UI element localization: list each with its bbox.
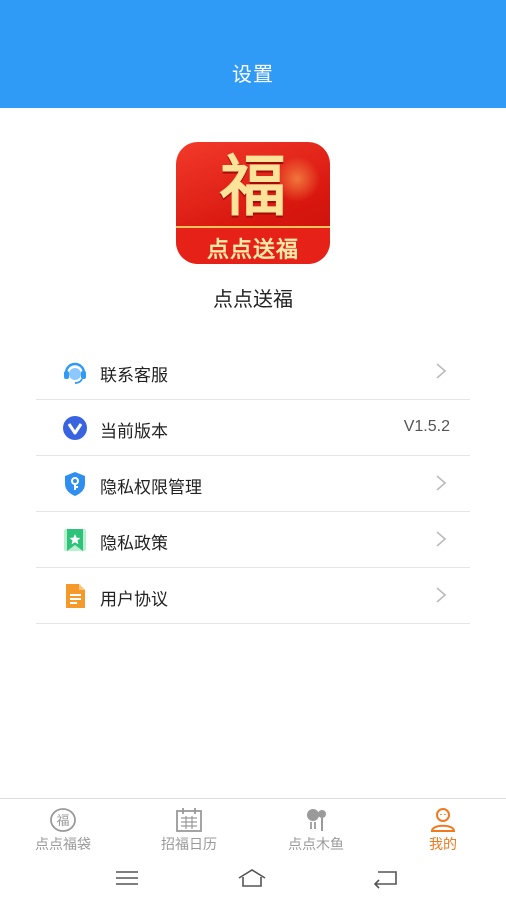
back-icon[interactable]	[370, 866, 400, 890]
system-nav-bar	[0, 856, 506, 900]
menu-item-privacy-policy[interactable]: 隐私政策	[36, 512, 470, 568]
calendar-icon	[176, 808, 202, 832]
menu-item-label: 隐私权限管理	[100, 478, 202, 498]
tab-label: 点点木鱼	[288, 837, 344, 853]
version-value: V1.5.2	[403, 418, 450, 435]
document-icon	[66, 584, 85, 608]
logo-banner: 点点送福	[176, 226, 330, 264]
tab-fu-bag[interactable]: 福 点点福袋	[0, 799, 126, 857]
svg-text:福: 福	[56, 814, 69, 829]
menu-item-label: 用户协议	[100, 590, 168, 610]
menu-item-label: 当前版本	[100, 422, 168, 442]
tab-label: 招福日历	[161, 837, 217, 853]
home-icon[interactable]	[237, 866, 267, 890]
menu-item-label: 隐私政策	[100, 534, 168, 554]
tab-label: 点点福袋	[35, 837, 91, 853]
menu-item-contact-support[interactable]: 联系客服	[36, 344, 470, 400]
menu-item-current-version[interactable]: 当前版本 V1.5.2	[36, 400, 470, 456]
settings-menu: 联系客服 当前版本 V1.5.2 隐私权限管理 隐私政策 用户协议	[36, 344, 470, 624]
header-bar: 设置	[0, 0, 506, 108]
bookmark-icon	[64, 529, 86, 551]
tab-calendar[interactable]: 招福日历	[126, 799, 252, 857]
menu-item-label: 联系客服	[100, 366, 168, 386]
app-logo: 福 点点送福	[176, 142, 330, 264]
app-name: 点点送福	[213, 287, 293, 311]
tab-label: 我的	[429, 837, 457, 853]
menu-item-privacy-permissions[interactable]: 隐私权限管理	[36, 456, 470, 512]
menu-icon[interactable]	[112, 866, 142, 890]
profile-icon	[430, 808, 456, 832]
menu-item-user-agreement[interactable]: 用户协议	[36, 568, 470, 624]
tab-profile[interactable]: 我的	[380, 799, 506, 857]
logo-fu-character: 福	[220, 147, 286, 225]
fu-bag-icon: 福	[50, 808, 76, 832]
chevron-right-icon	[436, 363, 447, 379]
logo-banner-text: 点点送福	[206, 238, 299, 263]
headset-icon	[64, 362, 86, 384]
chevron-right-icon	[436, 531, 447, 547]
chevron-right-icon	[436, 587, 447, 603]
chevron-right-icon	[436, 475, 447, 491]
tab-muyu[interactable]: 点点木鱼	[253, 799, 379, 857]
page-title: 设置	[232, 62, 274, 86]
shield-icon	[65, 472, 85, 496]
muyu-icon	[307, 809, 326, 831]
version-icon	[63, 416, 87, 440]
bottom-tab-bar: 福 点点福袋 招福日历 点点木鱼 我的	[0, 798, 506, 856]
